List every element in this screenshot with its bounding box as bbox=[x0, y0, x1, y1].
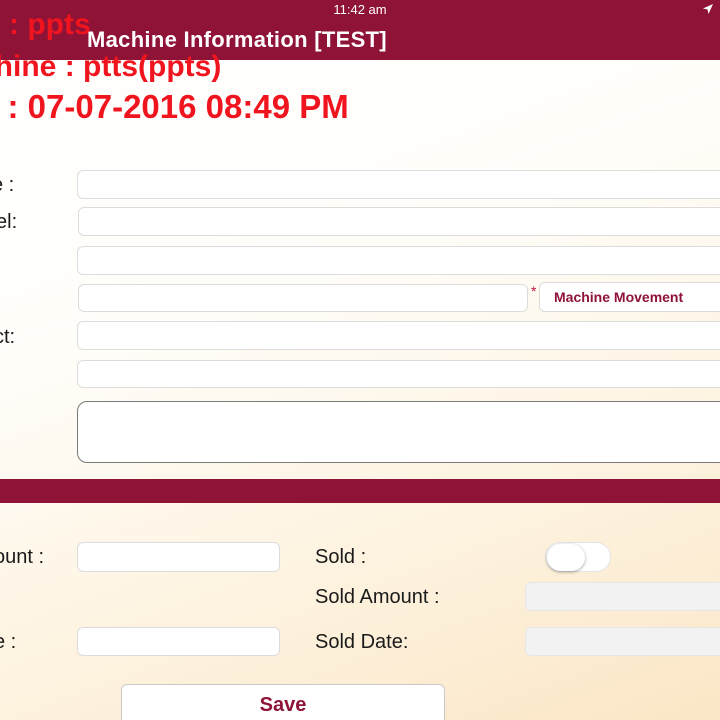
form-field-6[interactable] bbox=[77, 360, 720, 388]
form-field-5[interactable] bbox=[77, 321, 720, 350]
sold-toggle[interactable] bbox=[545, 542, 611, 572]
section-divider bbox=[0, 479, 720, 503]
form-field-2[interactable] bbox=[78, 207, 720, 236]
overlay-line-3: e : 07-07-2016 08:49 PM bbox=[0, 88, 349, 125]
location-arrow-icon bbox=[703, 4, 713, 14]
machine-movement-button[interactable]: Machine Movement bbox=[539, 282, 720, 312]
form-field-4[interactable] bbox=[78, 284, 528, 312]
sold-date-input[interactable] bbox=[525, 627, 720, 656]
amount-input[interactable] bbox=[77, 542, 280, 572]
overlay-line-2: chine : ptts(ppts) bbox=[0, 50, 222, 83]
form-label-5: ct: bbox=[0, 326, 16, 348]
form-label-2: el: bbox=[0, 211, 18, 233]
notes-textarea[interactable] bbox=[77, 401, 720, 463]
sold-label: Sold : bbox=[315, 546, 367, 568]
status-time: 11:42 am bbox=[333, 2, 387, 17]
sold-amount-label: Sold Amount : bbox=[315, 586, 440, 608]
required-marker: * bbox=[531, 283, 537, 299]
form-label-1: e : bbox=[0, 174, 15, 196]
save-button[interactable]: Save bbox=[121, 684, 445, 720]
form-field-1[interactable] bbox=[77, 170, 720, 199]
status-bar: 11:42 am bbox=[0, 0, 720, 20]
sold-amount-input[interactable] bbox=[525, 582, 720, 611]
sold-toggle-knob bbox=[547, 544, 585, 571]
overlay-line-1: e : ppts bbox=[0, 8, 91, 41]
date-label: e : bbox=[0, 631, 17, 653]
form-field-3[interactable] bbox=[77, 246, 720, 275]
amount-label: ount : bbox=[0, 546, 45, 568]
date-input[interactable] bbox=[77, 627, 280, 656]
sold-date-label: Sold Date: bbox=[315, 631, 409, 653]
